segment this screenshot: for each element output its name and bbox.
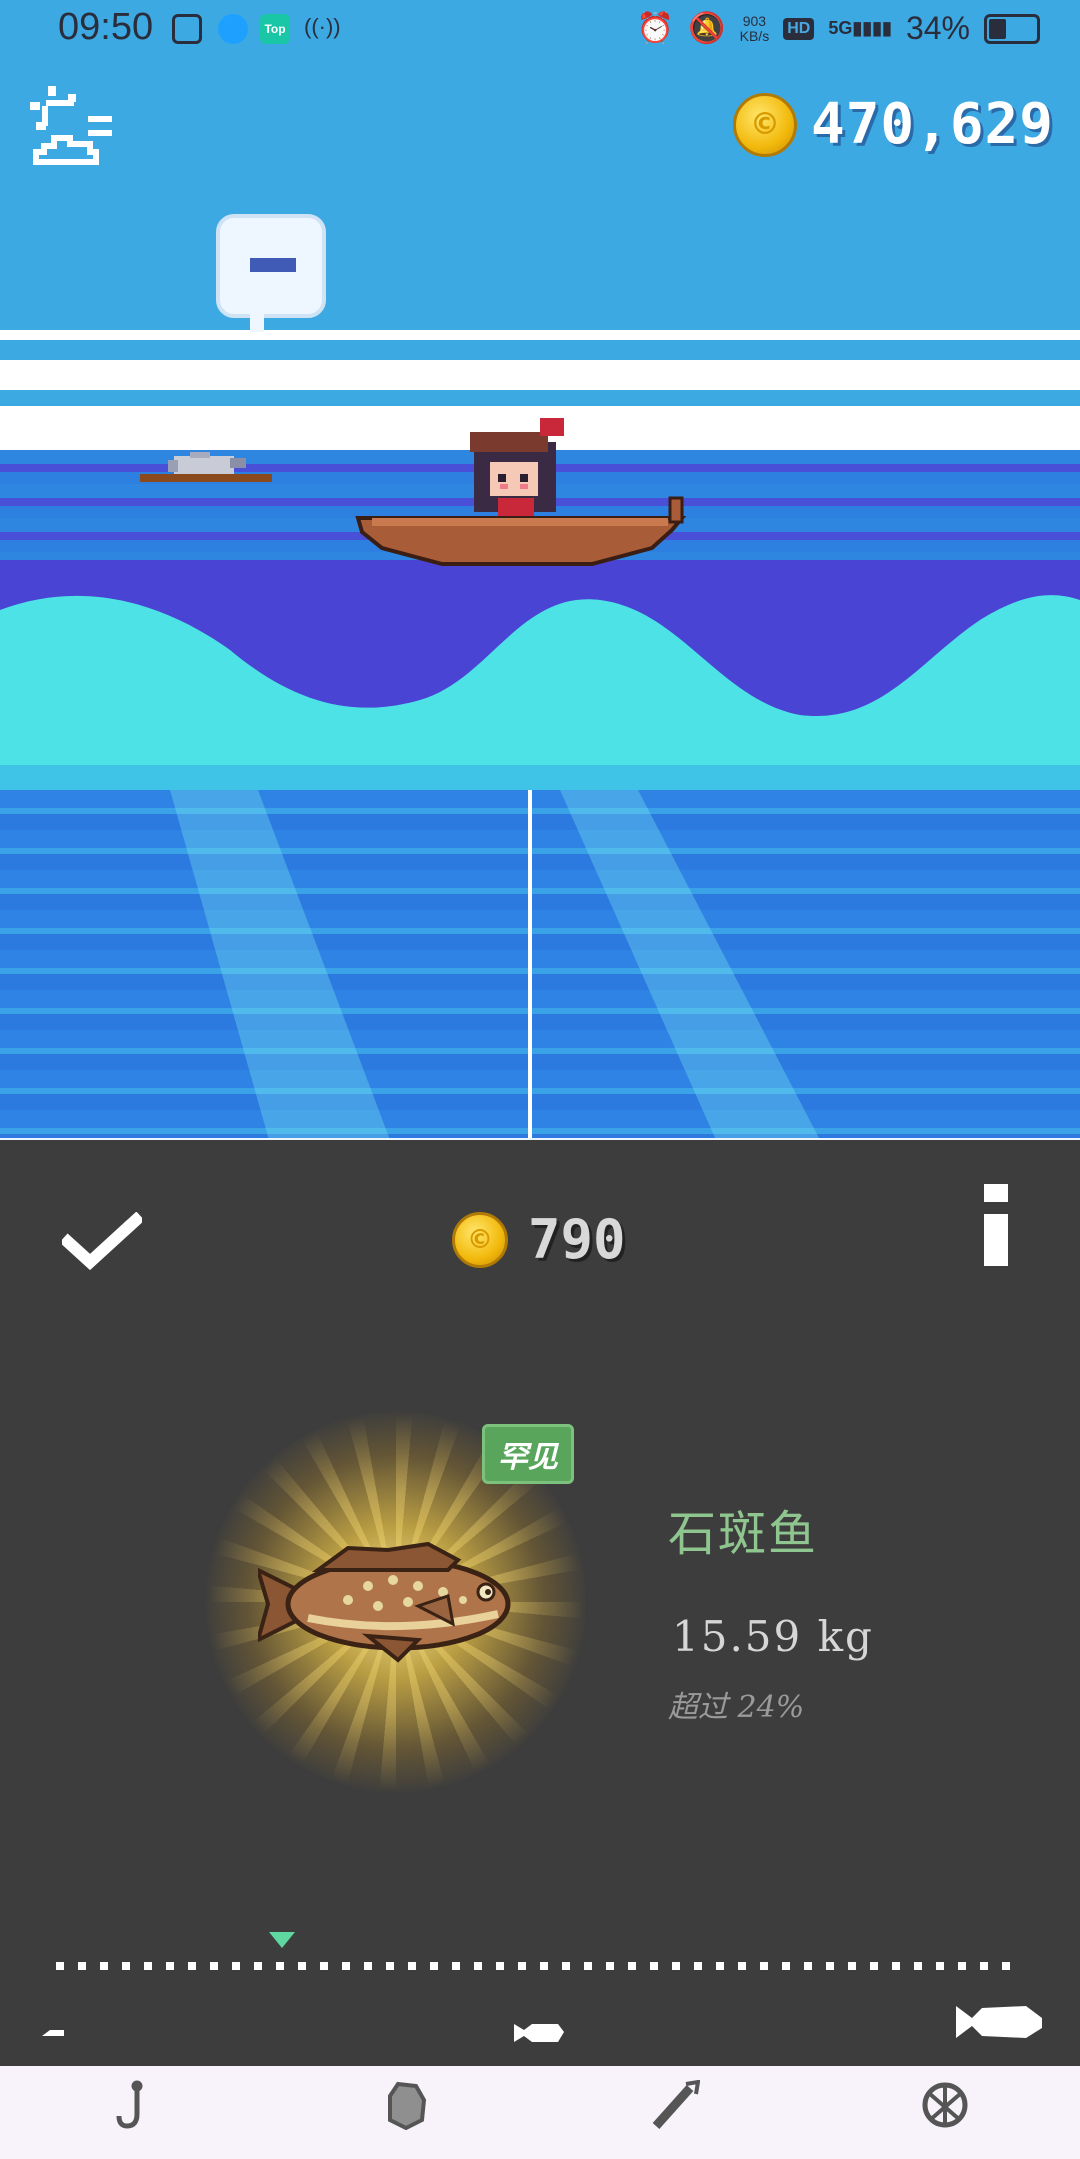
sun-cloud-icon[interactable] (28, 84, 118, 170)
boat (355, 418, 687, 566)
rod-hint-icon (250, 258, 296, 272)
hd-badge: HD (783, 17, 815, 40)
size-scale (56, 1962, 1016, 1970)
fish-name: 石斑鱼 (668, 1506, 819, 1562)
qq-app-icon (218, 14, 248, 44)
alarm-icon: ⏰ (636, 12, 675, 45)
small-fish-icon (42, 2030, 64, 2036)
large-fish-icon (956, 2006, 1042, 2038)
hotspot-icon: ((·)) (304, 14, 341, 39)
scene-divider (0, 1138, 1080, 1140)
info-dot (984, 1184, 1008, 1202)
network-speed: 903 KB/s (739, 12, 770, 44)
nav-net[interactable] (915, 2066, 975, 2150)
coin-icon: © (452, 1211, 508, 1268)
reward-coins: 790 (528, 1208, 626, 1271)
status-time: 09:50 (58, 6, 154, 48)
top-app-icon: Top (260, 14, 290, 44)
hook-icon (116, 2080, 143, 2129)
status-right: ⏰ 🔕 903 KB/s HD 5G▮▮▮▮ 34% (637, 10, 1040, 47)
battery-percent: 34% (905, 10, 970, 46)
bait-icon (388, 2081, 427, 2130)
scissors-app-icon (172, 14, 202, 44)
grouper-fish-image (258, 1541, 511, 1663)
status-bar: 09:50 Top ((·)) ⏰ 🔕 903 KB/s HD 5G▮▮▮▮ 3… (0, 0, 1080, 62)
network-speed-unit: KB/s (739, 27, 770, 44)
nav-hook[interactable] (105, 2066, 165, 2150)
battery-icon (984, 13, 1040, 44)
medium-fish-icon (514, 2024, 564, 2042)
floating-fish-icon (140, 452, 272, 482)
coin-total-value: 470,629 (810, 92, 1054, 157)
rod-icon (652, 2080, 700, 2130)
fish-percentile: 超过 24% (668, 1690, 805, 1725)
fishing-line (528, 790, 532, 1140)
sky (0, 0, 1080, 460)
mute-icon: 🔕 (688, 12, 726, 45)
info-bar (984, 1214, 1008, 1266)
speech-bubble[interactable] (216, 214, 326, 318)
battery-fill (989, 18, 1006, 39)
cloud-band (0, 330, 1080, 340)
rarity-badge: 罕见 (482, 1424, 574, 1484)
net-icon (922, 2082, 968, 2128)
underwater (0, 790, 1080, 1140)
nav-bait[interactable] (375, 2066, 435, 2150)
fish-weight: 15.59 kg (672, 1612, 874, 1661)
signal-icon: 5G▮▮▮▮ (828, 18, 892, 38)
speech-bubble-tail (250, 314, 264, 332)
network-speed-value: 903 (742, 12, 767, 29)
info-icon[interactable] (984, 1184, 1008, 1266)
wave (0, 595, 1080, 800)
signal-label: 5G (828, 18, 853, 38)
reward: © 790 (452, 1208, 626, 1271)
size-marker (268, 1932, 295, 1948)
cloud-band (0, 360, 1080, 390)
bottom-nav (0, 2066, 1080, 2159)
checkmark-icon[interactable] (62, 1212, 142, 1272)
coin-total: © 470,629 (732, 92, 1054, 157)
fishing-scene[interactable]: © 470,629 (0, 0, 1080, 1140)
coin-icon: © (732, 92, 797, 157)
nav-rod[interactable] (645, 2066, 705, 2150)
